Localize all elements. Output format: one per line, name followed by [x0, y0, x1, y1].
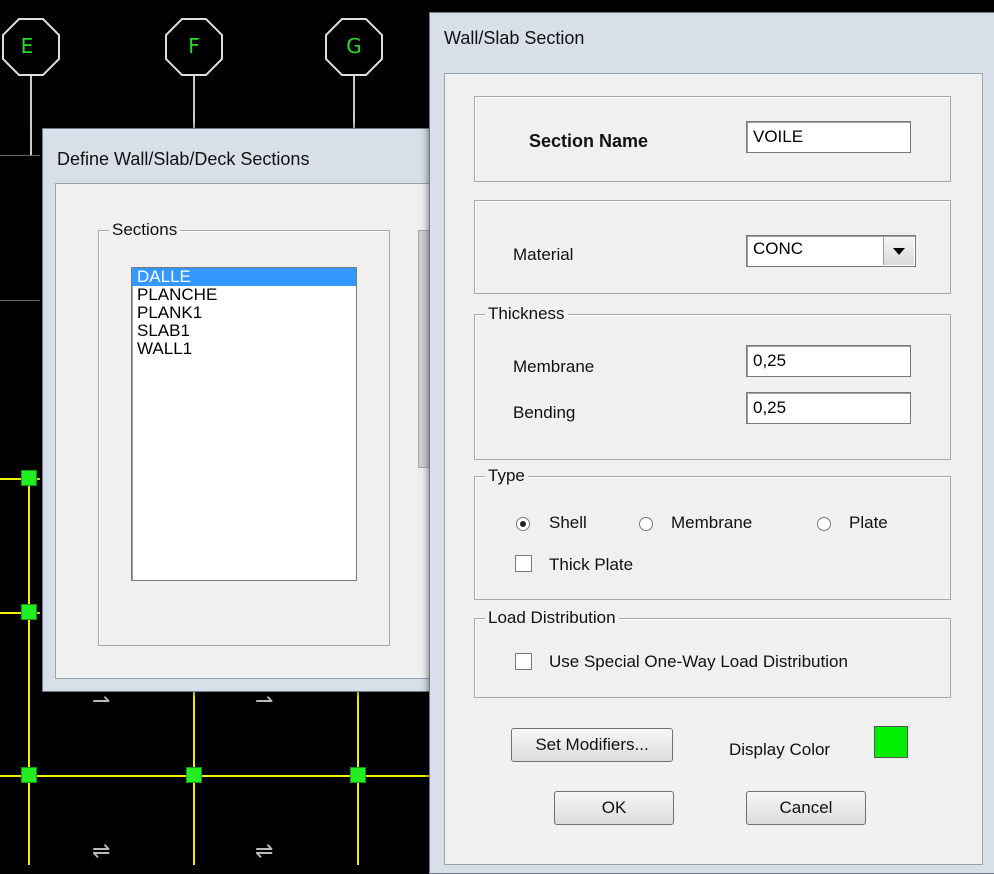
- dialog-client: Sections DALLE PLANCHE PLANK1 SLAB1 WALL…: [55, 183, 443, 679]
- thick-plate-label[interactable]: Thick Plate: [549, 555, 633, 575]
- sections-legend: Sections: [109, 220, 181, 240]
- display-color-label: Display Color: [729, 740, 831, 759]
- section-name-label: Section Name: [529, 131, 649, 151]
- sections-group: Sections DALLE PLANCHE PLANK1 SLAB1 WALL…: [98, 220, 390, 646]
- load-distribution-legend: Load Distribution: [485, 608, 619, 628]
- define-sections-dialog: Define Wall/Slab/Deck Sections Sections …: [42, 128, 444, 692]
- set-modifiers-button[interactable]: Set Modifiers...: [511, 728, 673, 762]
- section-name-input[interactable]: [746, 121, 911, 153]
- chevron-down-icon: [893, 248, 905, 255]
- type-plate-label[interactable]: Plate: [849, 513, 888, 533]
- dialog-title: Define Wall/Slab/Deck Sections: [57, 149, 310, 169]
- material-select[interactable]: CONC: [746, 235, 916, 267]
- grid-bubble-label: G: [346, 34, 362, 58]
- one-way-load-label[interactable]: Use Special One-Way Load Distribution: [549, 652, 848, 672]
- material-label: Material: [513, 245, 574, 264]
- cancel-button[interactable]: Cancel: [746, 791, 866, 825]
- list-item[interactable]: WALL1: [132, 340, 356, 358]
- grid-line: [28, 470, 30, 865]
- type-group: Type Shell Membrane Plate Thick Plate: [474, 466, 951, 600]
- grid-leader-line: [353, 76, 355, 131]
- dialog-title: Wall/Slab Section: [444, 28, 585, 48]
- dropdown-button[interactable]: [883, 237, 914, 265]
- joint-node[interactable]: [21, 470, 37, 486]
- thickness-group: Thickness Membrane Bending: [474, 304, 951, 460]
- grid-bubble-label: F: [188, 34, 200, 58]
- local-axis-arrow-icon: ⇌: [92, 838, 111, 863]
- joint-node[interactable]: [21, 604, 37, 620]
- membrane-thickness-input[interactable]: [746, 345, 911, 377]
- bending-label: Bending: [513, 403, 576, 422]
- material-group: Material CONC: [474, 200, 951, 294]
- list-item[interactable]: PLANK1: [132, 304, 356, 322]
- bending-thickness-input[interactable]: [746, 392, 911, 424]
- local-axis-arrow-icon: ⇌: [255, 838, 274, 863]
- type-plate-radio[interactable]: [817, 517, 831, 531]
- load-distribution-group: Load Distribution Use Special One-Way Lo…: [474, 608, 951, 698]
- joint-node[interactable]: [186, 767, 202, 783]
- material-value: CONC: [753, 239, 804, 258]
- grid-leader-line: [193, 76, 195, 131]
- thick-plate-checkbox[interactable]: [515, 555, 532, 572]
- type-shell-radio[interactable]: [516, 517, 530, 531]
- joint-node[interactable]: [350, 767, 366, 783]
- ok-button[interactable]: OK: [554, 791, 674, 825]
- grid-leader-line: [30, 76, 32, 156]
- wall-slab-section-dialog: Wall/Slab Section Section Name Material …: [429, 12, 994, 874]
- list-item[interactable]: DALLE: [132, 268, 356, 286]
- type-membrane-label[interactable]: Membrane: [671, 513, 752, 533]
- thickness-legend: Thickness: [485, 304, 568, 324]
- type-shell-label[interactable]: Shell: [549, 513, 587, 533]
- type-legend: Type: [485, 466, 528, 486]
- dialog-client: Section Name Material CONC Thickness Mem…: [444, 73, 983, 865]
- display-color-swatch[interactable]: [874, 726, 908, 758]
- joint-node[interactable]: [21, 767, 37, 783]
- grid-bubble-label: E: [20, 34, 34, 58]
- grid-line: [0, 300, 40, 301]
- list-item[interactable]: PLANCHE: [132, 286, 356, 304]
- type-membrane-radio[interactable]: [639, 517, 653, 531]
- section-name-group: Section Name: [474, 96, 951, 182]
- membrane-label: Membrane: [513, 357, 595, 376]
- one-way-load-checkbox[interactable]: [515, 653, 532, 670]
- grid-line: [0, 155, 40, 156]
- sections-listbox[interactable]: DALLE PLANCHE PLANK1 SLAB1 WALL1: [131, 267, 357, 581]
- list-item[interactable]: SLAB1: [132, 322, 356, 340]
